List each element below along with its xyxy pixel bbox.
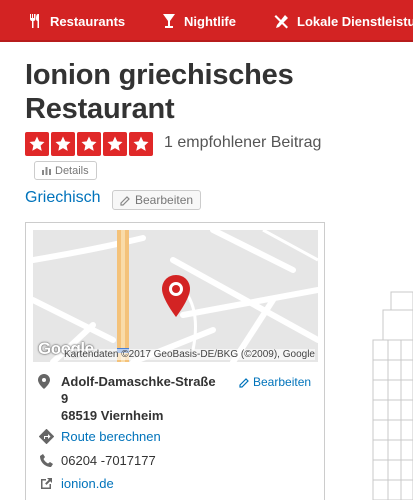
star-rating xyxy=(25,132,155,156)
details-label: Details xyxy=(55,164,89,177)
nav-local-services-label: Lokale Dienstleistungen xyxy=(297,13,413,29)
edit-address-label: Bearbeiten xyxy=(253,375,312,389)
route-label: Route berechnen xyxy=(61,429,161,444)
address-number: 9 xyxy=(61,391,69,406)
bar-chart-icon xyxy=(42,167,51,175)
phone-row: 06204 -7017177 xyxy=(38,453,156,468)
phone-number: 06204 -7017177 xyxy=(61,453,156,468)
website-label: ionion.de xyxy=(61,476,114,491)
skyline-illustration xyxy=(372,291,413,500)
nav-local-services[interactable]: Lokale Dienstleistungen xyxy=(274,0,413,40)
website-link[interactable]: ionion.de xyxy=(38,476,114,491)
map-marker-icon[interactable] xyxy=(161,274,191,318)
location-card: Google Kartendaten ©2017 GeoBasis-DE/BKG… xyxy=(25,222,325,500)
pencil-icon xyxy=(239,377,249,388)
edit-category-button[interactable]: Bearbeiten xyxy=(112,190,202,210)
map-attribution: Kartendaten ©2017 GeoBasis-DE/BKG (©2009… xyxy=(64,349,315,360)
star-icon xyxy=(25,132,49,156)
nav-restaurants[interactable]: Restaurants xyxy=(28,0,126,40)
nav-nightlife-label: Nightlife xyxy=(184,13,236,29)
top-nav: Restaurants Nightlife Lokale Dienstleist… xyxy=(0,0,413,42)
nav-restaurants-label: Restaurants xyxy=(50,13,126,29)
tools-icon xyxy=(274,14,288,28)
star-icon xyxy=(103,132,127,156)
star-icon xyxy=(51,132,75,156)
page-title: Ionion griechisches Restaurant xyxy=(25,59,294,125)
address: Adolf-Damaschke-Straße 9 68519 Viernheim xyxy=(61,373,216,424)
address-city: 68519 Viernheim xyxy=(61,408,164,423)
location-pin-icon xyxy=(38,374,50,389)
category-link[interactable]: Griechisch xyxy=(25,189,101,207)
external-link-icon xyxy=(40,478,52,489)
map[interactable]: Google Kartendaten ©2017 GeoBasis-DE/BKG… xyxy=(33,230,318,362)
directions-icon xyxy=(38,429,54,444)
pencil-icon xyxy=(120,195,130,206)
cocktail-icon xyxy=(163,14,175,28)
details-button[interactable]: Details xyxy=(34,161,97,180)
nav-nightlife[interactable]: Nightlife xyxy=(162,0,236,40)
edit-address-link[interactable]: Bearbeiten xyxy=(239,375,311,389)
review-count[interactable]: 1 empfohlener Beitrag xyxy=(164,134,321,152)
route-link[interactable]: Route berechnen xyxy=(38,429,161,444)
edit-category-label: Bearbeiten xyxy=(135,193,194,207)
phone-icon xyxy=(39,454,53,467)
fork-knife-icon xyxy=(30,14,39,28)
star-icon xyxy=(77,132,101,156)
star-icon xyxy=(129,132,153,156)
address-street: Adolf-Damaschke-Straße xyxy=(61,374,216,389)
